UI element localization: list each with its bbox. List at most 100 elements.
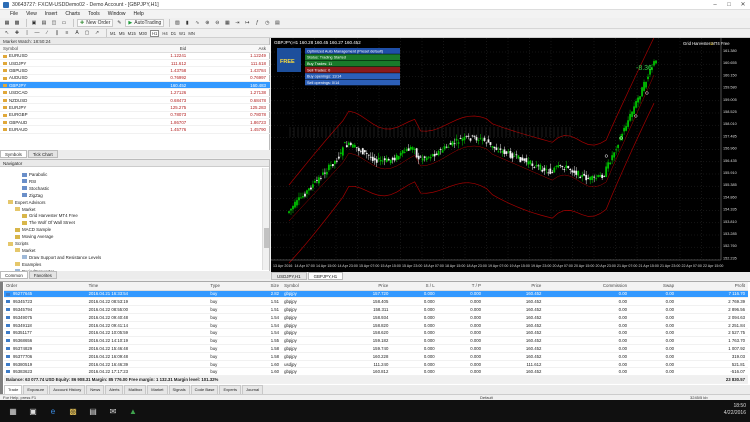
navigator-scrollbar[interactable]: [262, 168, 269, 270]
horizontal-line-icon[interactable]: —: [33, 29, 41, 37]
terminal-tab[interactable]: Signals: [168, 384, 190, 395]
chart-window[interactable]: GBPJPY,H1 160.28 160.45 160.27 160.452 G…: [271, 37, 750, 272]
trade-row[interactable]: 95345794 2016.04.22 08:55:00 buy 1.51 gbpjpy…: [4, 305, 748, 314]
label-tool-icon[interactable]: ▢: [83, 29, 91, 37]
tab-usdjpy-h1[interactable]: USDJPY,H1: [271, 272, 307, 280]
trade-row[interactable]: 95277645 2016.04.21 16:33:54 buy 2.82 gbpjpy…: [4, 290, 748, 299]
market-watch-row[interactable]: GBPJPY 160.452 160.483: [0, 81, 270, 90]
tab-tick-chart[interactable]: Tick Chart: [27, 150, 58, 158]
column-header-price[interactable]: Price: [330, 282, 392, 291]
terminal-tab[interactable]: Alerts: [105, 384, 124, 395]
channel-icon[interactable]: ∥: [53, 29, 61, 37]
system-tray[interactable]: 18:50 4/22/2016: [724, 403, 746, 417]
market-watch-row[interactable]: USDCAD 1.27126 1.27138: [0, 88, 270, 97]
timeframe-m1[interactable]: M1: [110, 31, 116, 36]
column-header-current-price[interactable]: Price: [484, 282, 545, 291]
cursor-icon[interactable]: ↖: [3, 29, 11, 37]
column-header-time[interactable]: Time: [86, 282, 209, 291]
column-header-order[interactable]: Order: [4, 282, 87, 291]
column-header-swap[interactable]: Swap: [630, 282, 678, 291]
trade-row[interactable]: 95345723 2016.04.22 08:53:19 buy 1.51 gbpjpy…: [4, 297, 748, 307]
zoom-out-icon[interactable]: ⊖: [213, 19, 221, 27]
trade-row[interactable]: 95383623 2016.04.22 17:17:23 buy 1.60 gbpjpy…: [4, 367, 748, 377]
templates-icon[interactable]: ▤: [273, 19, 281, 27]
bar-chart-icon[interactable]: ▧: [173, 19, 181, 27]
column-header-commission[interactable]: Commission: [544, 282, 631, 291]
arrows-icon[interactable]: ↗: [93, 29, 101, 37]
trade-row[interactable]: 95349075 2016.04.22 09:40:48 buy 1.54 gbpjpy…: [4, 313, 748, 322]
market-watch-row[interactable]: EURJPY 125.275 125.283: [0, 103, 270, 112]
market-watch-icon[interactable]: ▣: [30, 19, 38, 27]
column-header-bid[interactable]: Bid: [110, 45, 191, 53]
column-header-ask[interactable]: Ask: [190, 45, 270, 53]
timeframe-mn[interactable]: MN: [188, 31, 195, 36]
trendline-icon[interactable]: ∕: [43, 29, 51, 37]
timeframe-m5[interactable]: M5: [119, 31, 125, 36]
tab-favorites[interactable]: Favorites: [28, 271, 57, 279]
market-watch-row[interactable]: GBPAUD 1.86707 1.86723: [0, 118, 270, 127]
store-icon[interactable]: ▤: [86, 404, 100, 418]
line-chart-icon[interactable]: ∿: [193, 19, 201, 27]
tile-windows-icon[interactable]: ▦: [223, 19, 231, 27]
minimize-icon[interactable]: –: [708, 0, 722, 10]
terminal-tab[interactable]: Exposure: [23, 384, 49, 395]
terminal-tab[interactable]: Journal: [242, 384, 264, 395]
menu-help[interactable]: Help: [134, 11, 144, 17]
trade-row[interactable]: 95374829 2016.04.22 15:46:48 buy 1.58 gbpjpy…: [4, 344, 748, 353]
tab-symbols[interactable]: Symbols: [0, 150, 27, 158]
terminal-tab[interactable]: Trade: [4, 384, 23, 395]
navigator-icon[interactable]: ◫: [50, 19, 58, 27]
terminal-tab[interactable]: Market: [147, 384, 168, 395]
zoom-in-icon[interactable]: ⊕: [203, 19, 211, 27]
column-header-type[interactable]: Type: [208, 282, 243, 291]
menu-insert[interactable]: Insert: [45, 11, 58, 17]
column-header-symbol[interactable]: Symbol: [282, 282, 331, 291]
market-watch-row[interactable]: USDJPY 111.612 111.618: [0, 59, 270, 68]
menu-view[interactable]: View: [26, 11, 37, 17]
autotrading-button[interactable]: ▶ AutoTrading: [125, 19, 165, 27]
terminal-tab[interactable]: Code Base: [190, 384, 219, 395]
windows-start-icon[interactable]: ▦: [6, 404, 20, 418]
timeframe-m15[interactable]: M15: [128, 31, 136, 36]
close-icon[interactable]: ✕: [736, 0, 750, 10]
profiles-icon[interactable]: ▩: [13, 19, 21, 27]
timeframe-m30[interactable]: M30: [139, 31, 147, 36]
trade-row[interactable]: 95380519 2016.04.22 16:46:39 buy 1.60 usdjpy…: [4, 360, 748, 369]
trade-row[interactable]: 95351177 2016.04.22 10:05:59 buy 1.54 gbpjpy…: [4, 328, 748, 338]
candlestick-icon[interactable]: ▮: [183, 19, 191, 27]
market-watch-row[interactable]: GBPUSD 1.43758 1.43784: [0, 66, 270, 75]
market-watch-row[interactable]: NZDUSD 0.68473 0.68478: [0, 96, 270, 105]
terminal-icon[interactable]: ▭: [60, 19, 68, 27]
tab-gbpjpy-h1[interactable]: GBPJPY,H1: [307, 272, 344, 280]
fibonacci-icon[interactable]: ≡: [63, 29, 71, 37]
data-window-icon[interactable]: ▤: [40, 19, 48, 27]
chart-shift-icon[interactable]: ↦: [243, 19, 251, 27]
terminal-tab[interactable]: Experts: [219, 384, 241, 395]
trade-row[interactable]: 95377706 2016.04.22 16:09:48 buy 1.58 gbpjpy…: [4, 352, 748, 361]
column-header-size[interactable]: Size: [242, 282, 283, 291]
column-header-profit[interactable]: Profit: [677, 282, 748, 291]
column-header-tp[interactable]: T / P: [437, 282, 484, 291]
edge-browser-icon[interactable]: e: [46, 404, 60, 418]
timeframe-w1[interactable]: W1: [179, 31, 185, 36]
menu-tools[interactable]: Tools: [88, 11, 100, 17]
market-watch-row[interactable]: EURGBP 0.78073 0.78078: [0, 111, 270, 120]
periods-icon[interactable]: ◷: [263, 19, 271, 27]
terminal-tab[interactable]: News: [86, 384, 105, 395]
menu-file[interactable]: File: [10, 11, 18, 17]
crosshair-icon[interactable]: ✚: [13, 29, 21, 37]
timeframe-h1[interactable]: H1: [149, 29, 160, 37]
metatrader-app-icon[interactable]: ▲: [126, 404, 140, 418]
text-tool-icon[interactable]: A: [73, 29, 81, 37]
autoscroll-icon[interactable]: ⇥: [233, 19, 241, 27]
market-watch-row[interactable]: AUDUSD 0.76992 0.76997: [0, 74, 270, 83]
indicators-icon[interactable]: ƒ: [253, 19, 261, 27]
metaeditor-icon[interactable]: ✎: [115, 19, 123, 27]
terminal-tab[interactable]: Mailbox: [124, 384, 147, 395]
terminal-tab[interactable]: Account History: [49, 384, 86, 395]
task-view-icon[interactable]: ▣: [26, 404, 40, 418]
new-chart-icon[interactable]: ▦: [3, 19, 11, 27]
market-watch-row[interactable]: EURUSD 1.12241 1.12249: [0, 52, 270, 60]
column-header-sl[interactable]: S / L: [391, 282, 438, 291]
tab-common[interactable]: Common: [0, 271, 28, 279]
